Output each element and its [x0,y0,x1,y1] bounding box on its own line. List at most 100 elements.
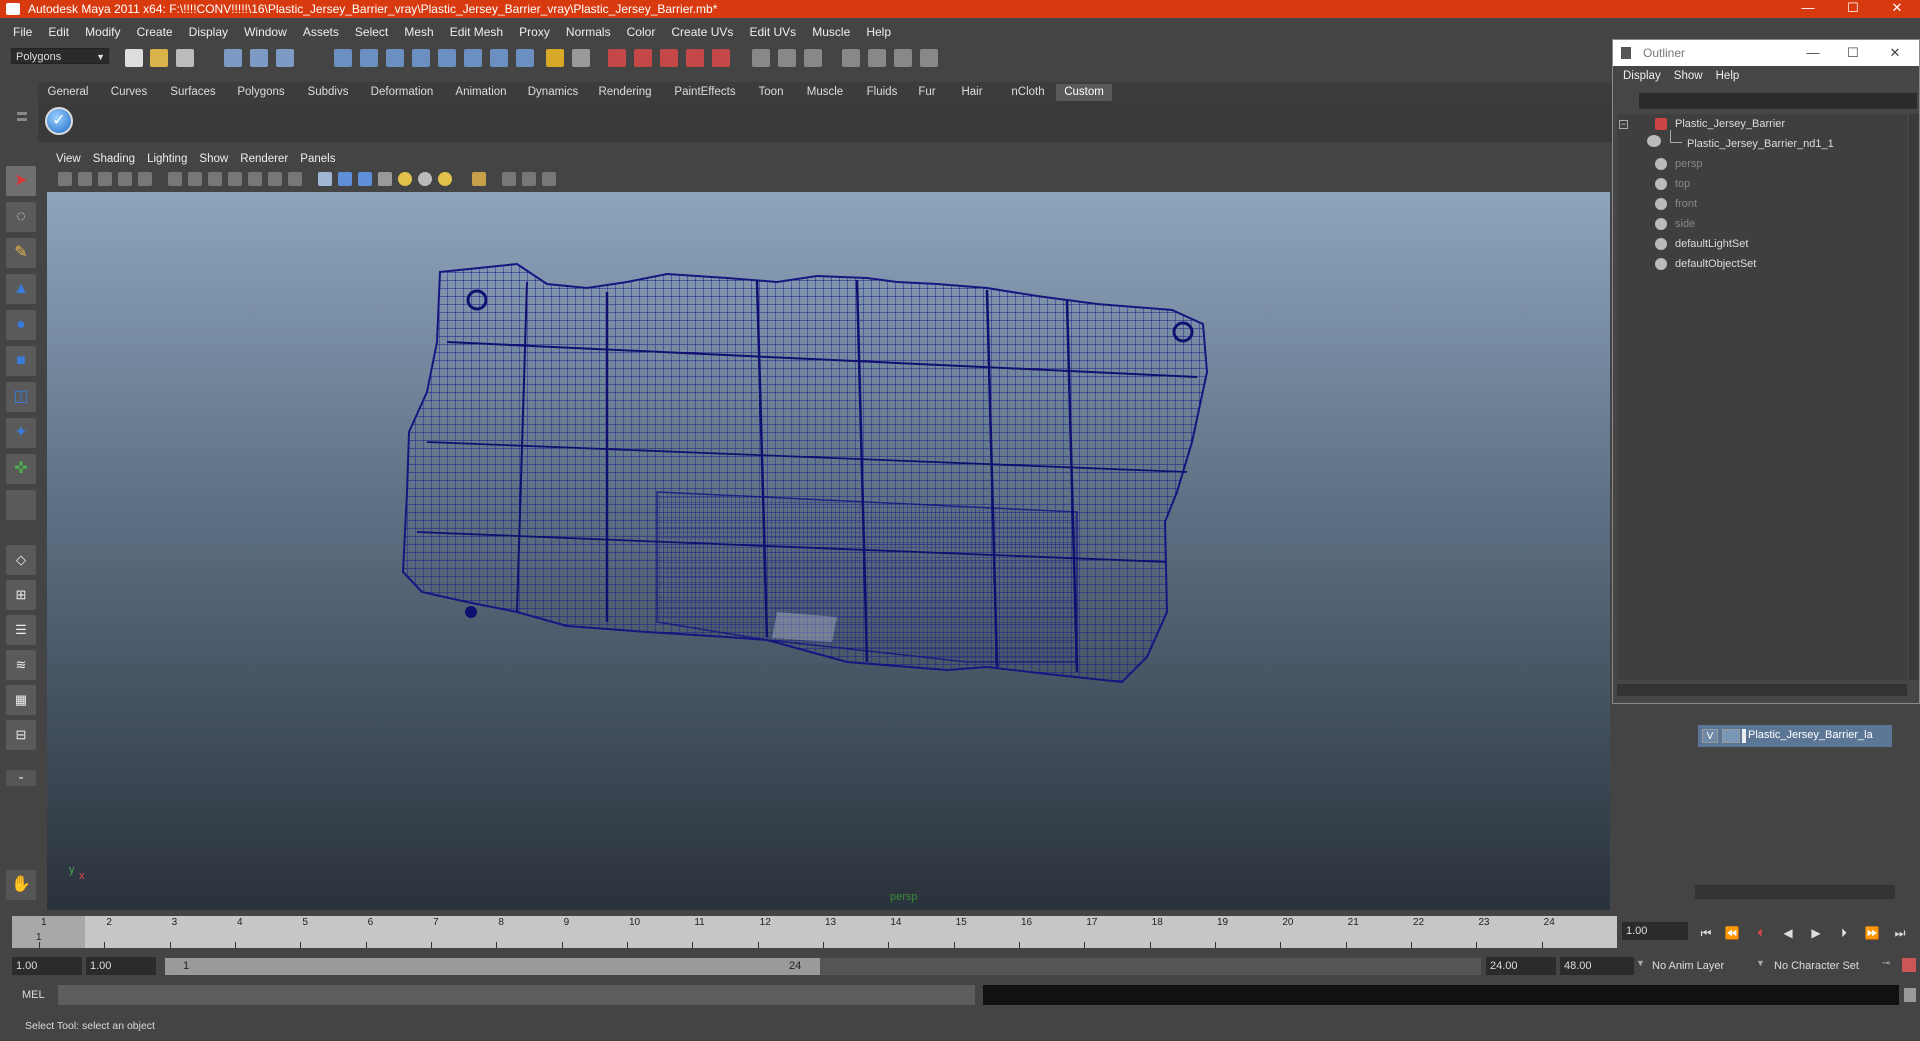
viewport-menu-view[interactable]: View [56,153,81,165]
tab-toon[interactable]: Toon [752,84,790,101]
anim-layer-selector[interactable]: No Anim Layer [1648,957,1754,975]
camera-attributes-icon[interactable] [78,172,92,186]
key-icon[interactable]: ⊸ [1882,958,1896,972]
viewport-menu-shading[interactable]: Shading [93,153,135,165]
play-backward-button[interactable]: ◀ [1780,925,1796,941]
tab-rendering[interactable]: Rendering [592,84,658,101]
range-slider[interactable]: 1 24 [165,958,1481,975]
channel-box-icon[interactable] [804,49,822,67]
menu-assets[interactable]: Assets [303,22,339,39]
step-forward-key-button[interactable]: ⏩ [1864,925,1880,941]
layer-color-swatch[interactable] [1722,729,1740,743]
character-set-selector[interactable]: No Character Set [1770,957,1880,975]
tab-custom[interactable]: Custom [1056,84,1112,101]
hypershade-icon[interactable] [686,49,704,67]
lasso-tool-button[interactable]: ◌ [6,202,36,232]
step-back-key-button[interactable]: ⏪ [1724,925,1740,941]
outliner-menu-display[interactable]: Display [1623,70,1661,82]
help-icon[interactable] [516,49,534,67]
gate-mask-icon[interactable] [228,172,242,186]
maximize-button[interactable]: ☐ [1830,0,1876,18]
tab-fur[interactable]: Fur [912,84,942,101]
step-forward-frame-button[interactable]: ⏵ [1836,925,1852,941]
menu-edit-uvs[interactable]: Edit UVs [749,22,796,39]
shadows-icon[interactable] [418,172,432,186]
perspective-viewport[interactable]: y x persp [47,192,1610,910]
persp-graph-layout-button[interactable]: ≋ [6,650,36,680]
default-light-icon[interactable] [438,172,452,186]
textured-icon[interactable] [378,172,392,186]
construction-history-icon[interactable] [490,49,508,67]
go-to-start-button[interactable]: ⏮ [1698,925,1714,941]
tab-animation[interactable]: Animation [448,84,514,101]
modeling-toolkit-icon[interactable] [868,49,886,67]
minimize-button[interactable]: — [1785,0,1831,18]
image-plane-icon[interactable] [118,172,132,186]
tab-painteffects[interactable]: PaintEffects [666,84,744,101]
menu-mesh[interactable]: Mesh [404,22,433,39]
persp-outliner-layout-button[interactable]: ☰ [6,615,36,645]
scale-tool-button[interactable]: ■ [6,346,36,376]
tab-polygons[interactable]: Polygons [230,84,292,101]
menu-file[interactable]: File [13,22,32,39]
wireframe-icon[interactable] [318,172,332,186]
layout-more-button[interactable]: - [6,770,36,786]
open-scene-icon[interactable] [150,49,168,67]
film-gate-icon[interactable] [188,172,202,186]
menu-edit[interactable]: Edit [48,22,69,39]
layer-visibility-toggle[interactable]: V [1702,729,1718,743]
menu-color[interactable]: Color [627,22,656,39]
shelf-settings-button[interactable]: ✋ [6,870,36,900]
outliner-vertical-scrollbar[interactable] [1909,114,1919,680]
outliner-horizontal-scrollbar[interactable] [1617,684,1907,696]
anim-prefs-icon[interactable] [1902,958,1916,972]
xray-icon[interactable] [502,172,516,186]
bookmarks-icon[interactable] [98,172,112,186]
safe-action-icon[interactable] [268,172,282,186]
render-settings-icon[interactable] [660,49,678,67]
snap-grid-icon[interactable] [334,49,352,67]
two-d-pan-icon[interactable] [138,172,152,186]
move-tool-button[interactable]: ▲ [6,274,36,304]
play-forward-button[interactable]: ▶ [1808,925,1824,941]
selection-mask-icon[interactable] [572,49,590,67]
resolution-gate-icon[interactable] [208,172,222,186]
viewport-menu-show[interactable]: Show [199,153,228,165]
menu-muscle[interactable]: Muscle [812,22,850,39]
snap-view-plane-icon[interactable] [412,49,430,67]
menu-create-uvs[interactable]: Create UVs [671,22,733,39]
backface-culling-icon[interactable] [542,172,556,186]
show-manipulator-button[interactable]: ✜ [6,454,36,484]
last-tool-button[interactable] [6,490,36,520]
outliner-item[interactable]: persp [1655,156,1703,172]
select-hierarchy-icon[interactable] [224,49,242,67]
tab-fluids[interactable]: Fluids [860,84,904,101]
outliner-item[interactable]: side [1655,216,1695,232]
outliner-minimize-button[interactable]: — [1793,40,1833,66]
tab-deformation[interactable]: Deformation [364,84,440,101]
smooth-shade-icon[interactable] [338,172,352,186]
outliner-item[interactable]: defaultLightSet [1655,236,1748,252]
menu-help[interactable]: Help [866,22,891,39]
viewport-menu-renderer[interactable]: Renderer [240,153,288,165]
close-button[interactable]: ✕ [1874,0,1920,18]
outliner-toggle-icon[interactable] [894,49,912,67]
collapse-toggle-icon[interactable]: − [1619,120,1628,129]
tab-curves[interactable]: Curves [102,84,156,101]
single-perspective-layout-button[interactable]: ◇ [6,545,36,575]
viewport-menu-lighting[interactable]: Lighting [147,153,187,165]
menu-set-selector[interactable]: Polygons ▼ [11,48,109,64]
render-view-icon[interactable] [712,49,730,67]
chevron-down-icon[interactable]: ▼ [1756,958,1765,968]
step-back-frame-button[interactable]: ⏴ [1752,925,1768,941]
make-live-icon[interactable] [438,49,456,67]
outliner-item[interactable]: Plastic_Jersey_Barrier [1655,116,1785,132]
menu-normals[interactable]: Normals [566,22,611,39]
playback-end-field[interactable]: 24.00 [1486,957,1556,975]
xray-joints-icon[interactable] [522,172,536,186]
lock-icon[interactable] [546,49,564,67]
menu-window[interactable]: Window [244,22,287,39]
snap-curve-icon[interactable] [360,49,378,67]
attribute-editor-icon[interactable] [752,49,770,67]
menu-modify[interactable]: Modify [85,22,120,39]
